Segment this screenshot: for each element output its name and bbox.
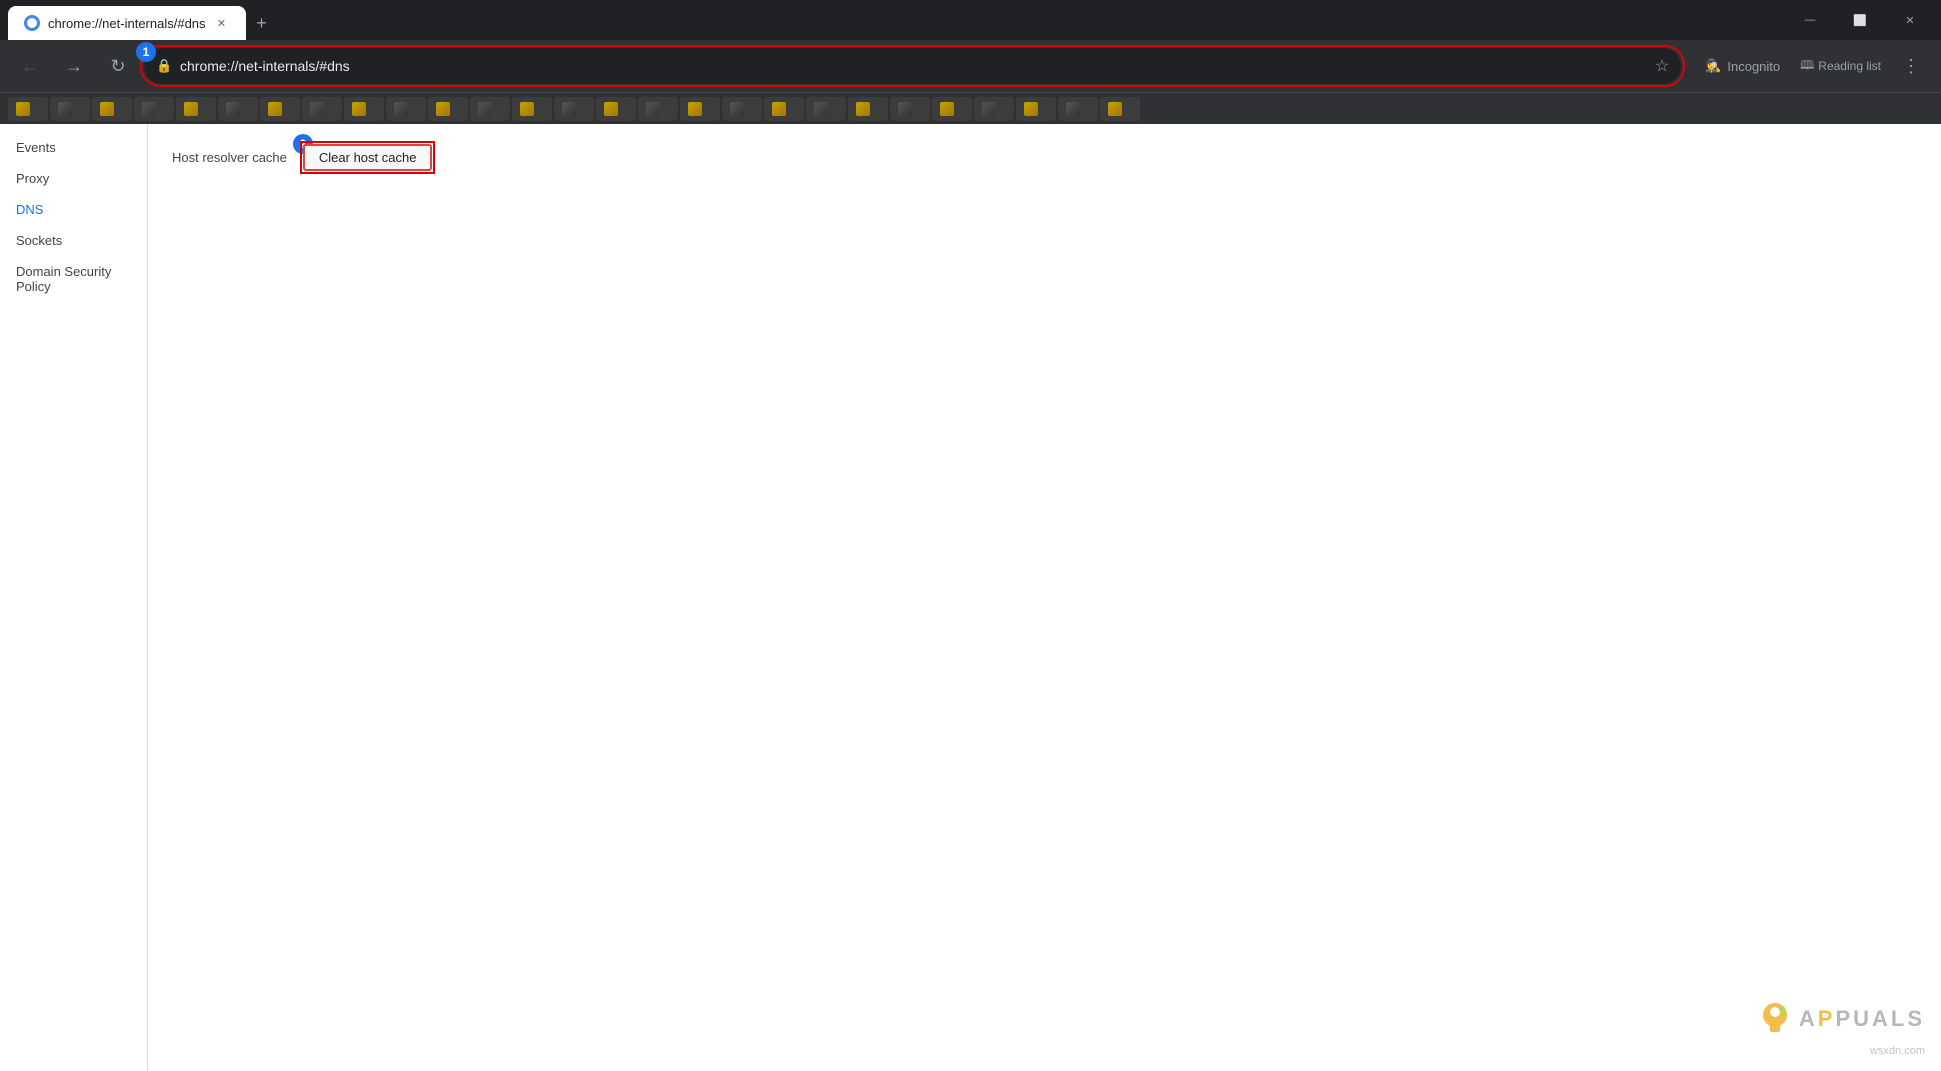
more-menu-button[interactable]: ⋮ (1893, 48, 1929, 84)
bookmark-favicon (310, 102, 324, 116)
close-button[interactable]: ✕ (1887, 6, 1933, 34)
host-resolver-label: Host resolver cache (172, 150, 287, 165)
reload-button[interactable]: ↻ (100, 48, 136, 84)
sidebar-item-proxy[interactable]: Proxy (0, 163, 147, 194)
lock-icon: 🔒 (156, 58, 172, 74)
appuals-label: APPUALS (1799, 1006, 1925, 1032)
new-tab-button[interactable]: + (248, 9, 276, 37)
bookmark-item[interactable] (1100, 97, 1140, 121)
sidebar-item-sockets[interactable]: Sockets (0, 225, 147, 256)
bookmark-item[interactable] (932, 97, 972, 121)
watermark: APPUALS wsxdn.com (1755, 999, 1925, 1059)
bookmark-favicon (814, 102, 828, 116)
bookmark-item[interactable] (512, 97, 552, 121)
bookmark-favicon (1024, 102, 1038, 116)
bookmark-item[interactable] (1058, 97, 1098, 121)
bookmark-favicon (268, 102, 282, 116)
bookmark-favicon (100, 102, 114, 116)
appuals-icon (1755, 999, 1795, 1039)
reading-list-label: Reading list (1818, 59, 1881, 73)
bookmark-favicon (772, 102, 786, 116)
bookmark-item[interactable] (806, 97, 846, 121)
bookmark-item[interactable] (50, 97, 90, 121)
page-content: Host resolver cache 2 Clear host cache (148, 124, 1941, 1071)
maximize-button[interactable]: ⬜ (1837, 6, 1883, 34)
address-bar-container: 🔒 1 ☆ (144, 48, 1681, 84)
incognito-button[interactable]: 🕵 Incognito (1697, 54, 1788, 78)
bookmark-favicon (1108, 102, 1122, 116)
bookmark-favicon (226, 102, 240, 116)
bookmark-item[interactable] (848, 97, 888, 121)
bookmark-item[interactable] (638, 97, 678, 121)
bookmark-item[interactable] (92, 97, 132, 121)
bookmark-favicon (520, 102, 534, 116)
watermark-site: wsxdn.com (1870, 1045, 1925, 1057)
reading-list-icon: 🕮 (1800, 56, 1814, 77)
bookmark-favicon (982, 102, 996, 116)
sidebar-item-domain-security[interactable]: Domain Security Policy (0, 256, 147, 302)
bookmark-favicon (1066, 102, 1080, 116)
bookmark-item[interactable] (8, 97, 48, 121)
incognito-icon: 🕵 (1705, 58, 1721, 74)
bookmark-item[interactable] (1016, 97, 1056, 121)
bookmark-item[interactable] (470, 97, 510, 121)
bookmark-favicon (58, 102, 72, 116)
window-controls: — ⬜ ✕ (1787, 6, 1933, 34)
bookmark-favicon (562, 102, 576, 116)
sidebar-item-dns[interactable]: DNS (0, 194, 147, 225)
bookmark-favicon (436, 102, 450, 116)
bookmark-item[interactable] (764, 97, 804, 121)
minimize-button[interactable]: — (1787, 6, 1833, 34)
title-bar: chrome://net-internals/#dns ✕ + — ⬜ ✕ (0, 0, 1941, 40)
bookmark-item[interactable] (344, 97, 384, 121)
bookmark-item[interactable] (176, 97, 216, 121)
bookmark-item[interactable] (890, 97, 930, 121)
bookmark-favicon (184, 102, 198, 116)
active-tab[interactable]: chrome://net-internals/#dns ✕ (8, 6, 246, 40)
bookmark-star-icon[interactable]: ☆ (1655, 56, 1669, 76)
tab-title: chrome://net-internals/#dns (48, 16, 206, 31)
bookmark-favicon (142, 102, 156, 116)
bookmark-item[interactable] (596, 97, 636, 121)
tab-close-button[interactable]: ✕ (214, 15, 230, 31)
address-input[interactable] (144, 48, 1681, 84)
annotation-badge-1: 1 (136, 42, 156, 62)
bookmark-item[interactable] (722, 97, 762, 121)
bookmark-item[interactable] (386, 97, 426, 121)
bookmark-favicon (646, 102, 660, 116)
bookmark-favicon (730, 102, 744, 116)
watermark-logo: APPUALS (1755, 999, 1925, 1039)
bookmark-favicon (16, 102, 30, 116)
bookmark-favicon (604, 102, 618, 116)
browser-frame: chrome://net-internals/#dns ✕ + — ⬜ ✕ ← … (0, 0, 1941, 1071)
nav-bar: ← → ↻ 🔒 1 ☆ 🕵 Incognito 🕮 Reading list ⋮ (0, 40, 1941, 92)
sidebar-item-events[interactable]: Events (0, 132, 147, 163)
bookmark-favicon (940, 102, 954, 116)
tab-favicon (24, 15, 40, 31)
sidebar: Events Proxy DNS Sockets Domain Security… (0, 124, 148, 1071)
bookmark-favicon (898, 102, 912, 116)
bookmark-item[interactable] (974, 97, 1014, 121)
clear-host-cache-button[interactable]: Clear host cache (303, 144, 433, 171)
forward-button[interactable]: → (56, 48, 92, 84)
bookmark-item[interactable] (218, 97, 258, 121)
bookmark-favicon (478, 102, 492, 116)
bookmark-item[interactable] (428, 97, 468, 121)
bookmark-item[interactable] (680, 97, 720, 121)
bookmark-favicon (394, 102, 408, 116)
bookmark-item[interactable] (302, 97, 342, 121)
nav-right: 🕵 Incognito 🕮 Reading list ⋮ (1697, 48, 1929, 84)
incognito-label: Incognito (1727, 59, 1780, 74)
bookmark-item[interactable] (554, 97, 594, 121)
dns-section: Host resolver cache 2 Clear host cache (172, 144, 1917, 171)
back-button[interactable]: ← (12, 48, 48, 84)
bookmark-favicon (856, 102, 870, 116)
reading-list-button[interactable]: 🕮 Reading list (1792, 52, 1889, 81)
bookmark-item[interactable] (260, 97, 300, 121)
bookmark-item[interactable] (134, 97, 174, 121)
bookmarks-bar (0, 92, 1941, 124)
bookmark-favicon (352, 102, 366, 116)
bookmark-favicon (688, 102, 702, 116)
content-area: Events Proxy DNS Sockets Domain Security… (0, 124, 1941, 1071)
